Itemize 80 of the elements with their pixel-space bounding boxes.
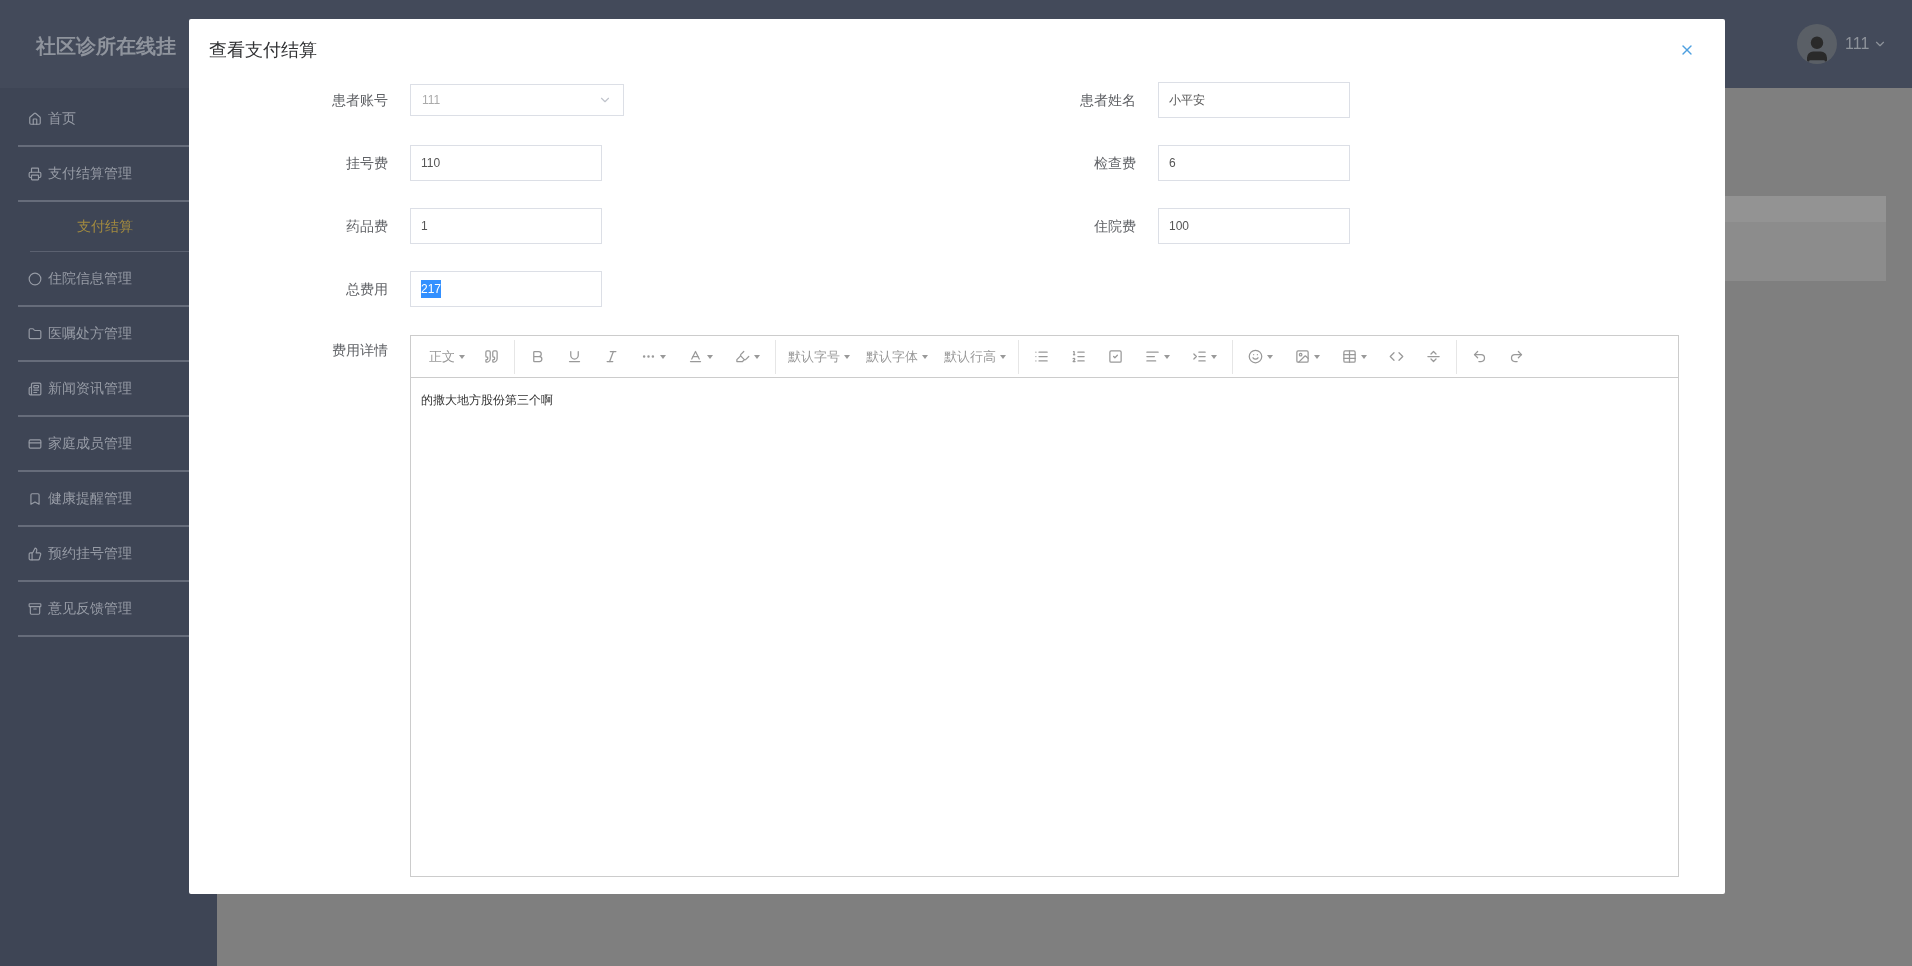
- toolbar-dropdown[interactable]: 默认字体: [862, 342, 932, 371]
- toolbar-dropdown[interactable]: 默认字号: [784, 342, 854, 371]
- field-value: 6: [1169, 155, 1176, 172]
- field-label: 住院费: [1093, 216, 1137, 236]
- underline-icon: [567, 349, 582, 364]
- caret-icon: [754, 354, 760, 359]
- input-field[interactable]: 100: [1158, 208, 1350, 244]
- field-label: 患者姓名: [1079, 90, 1137, 110]
- menu-item[interactable]: 医嘱处方管理: [28, 323, 132, 344]
- field-label: 费用详情: [331, 341, 389, 360]
- submenu-item[interactable]: 支付结算: [77, 216, 133, 237]
- menu-item[interactable]: 健康提醒管理: [28, 488, 132, 509]
- font-color-icon: [688, 349, 703, 364]
- editor-content: 的撒大地方股份第三个啊: [421, 392, 554, 409]
- menu-item[interactable]: 家庭成员管理: [28, 433, 132, 454]
- checklist-icon: [1108, 349, 1123, 364]
- caret-icon: [1164, 354, 1170, 359]
- printer-icon: [28, 166, 42, 181]
- toolbar-dropdown[interactable]: 正文: [425, 342, 469, 371]
- field-label: 药品费: [345, 216, 389, 236]
- app-title: 社区诊所在线挂: [36, 34, 176, 59]
- divider-icon: [1426, 349, 1441, 364]
- table-icon: [1342, 349, 1357, 364]
- circle-icon: [28, 271, 42, 286]
- field-value: 100: [1169, 218, 1190, 235]
- caret-icon: [1000, 354, 1006, 359]
- home-icon: [28, 111, 42, 126]
- field-value: 111: [422, 92, 441, 109]
- field-label: 总费用: [345, 279, 389, 299]
- caret-icon: [1211, 354, 1217, 359]
- field-value: 1: [421, 218, 428, 235]
- bold-icon: [530, 349, 545, 364]
- archive-icon: [28, 601, 42, 616]
- caret-icon: [459, 354, 465, 359]
- bookmark-icon: [28, 491, 42, 506]
- avatar[interactable]: [1797, 24, 1837, 64]
- bullet-list-icon: [1034, 349, 1049, 364]
- thumbs-up-icon: [28, 546, 42, 561]
- field-value: 110: [421, 155, 441, 172]
- dialog-title: 查看支付结算: [209, 38, 317, 62]
- align-icon: [1145, 349, 1160, 364]
- menu-item[interactable]: 支付结算管理: [28, 163, 132, 184]
- field-value: 217: [421, 280, 442, 298]
- field-label: 检查费: [1093, 153, 1137, 173]
- numbered-list-icon: [1071, 349, 1086, 364]
- quote-icon: [484, 349, 499, 364]
- field-label: 挂号费: [345, 153, 389, 173]
- toolbar-dropdown[interactable]: 默认行高: [940, 342, 1010, 371]
- caret-icon: [922, 354, 928, 359]
- caret-icon: [660, 354, 666, 359]
- menu-item[interactable]: 预约挂号管理: [28, 543, 132, 564]
- field-value: 小平安: [1169, 92, 1205, 109]
- indent-icon: [1192, 349, 1207, 364]
- rich-text-editor[interactable]: 正文 默认字号 默认字体 默认行高 的撒大地方股份第三个啊: [410, 335, 1679, 877]
- caret-icon: [1314, 354, 1320, 359]
- card-icon: [28, 436, 42, 451]
- caret-icon: [1267, 354, 1273, 359]
- menu-item[interactable]: 新闻资讯管理: [28, 378, 132, 399]
- menu-item[interactable]: 住院信息管理: [28, 268, 132, 289]
- image-icon: [1295, 349, 1310, 364]
- input-field[interactable]: 小平安: [1158, 82, 1350, 118]
- input-field[interactable]: 1: [410, 208, 602, 244]
- folder-icon: [28, 326, 42, 341]
- undo-icon: [1472, 349, 1487, 364]
- input-field[interactable]: 110: [410, 145, 602, 181]
- code-icon: [1389, 349, 1404, 364]
- field-label: 患者账号: [331, 90, 389, 110]
- redo-icon: [1509, 349, 1524, 364]
- caret-icon: [707, 354, 713, 359]
- news-icon: [28, 381, 42, 396]
- italic-icon: [604, 349, 619, 364]
- menu-item[interactable]: 首页: [28, 108, 76, 129]
- input-field[interactable]: 6: [1158, 145, 1350, 181]
- caret-icon: [844, 354, 850, 359]
- menu-item[interactable]: 意见反馈管理: [28, 598, 132, 619]
- caret-icon: [1361, 354, 1367, 359]
- emoji-icon: [1248, 349, 1263, 364]
- highlight-icon: [735, 349, 750, 364]
- input-field[interactable]: 217: [410, 271, 602, 307]
- user-name[interactable]: 111: [1845, 32, 1870, 56]
